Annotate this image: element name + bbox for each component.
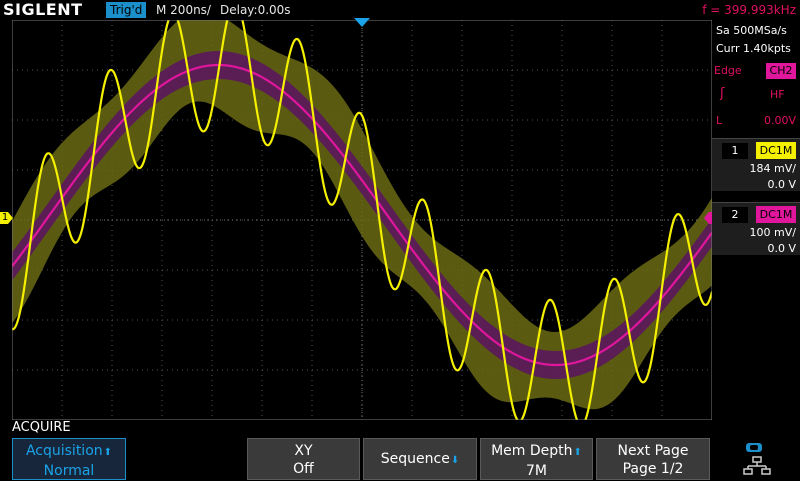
- waveform-display[interactable]: [12, 20, 712, 420]
- submenu-down-arrow-icon: ⬇: [450, 455, 460, 466]
- trigger-source-badge: CH2: [766, 63, 796, 79]
- brand-logo: SIGLENT: [3, 0, 83, 19]
- channel-2-panel[interactable]: 2 DC1M 100 mV/ 0.0 V: [712, 202, 800, 255]
- network-status[interactable]: [713, 438, 800, 480]
- channel-2-number: 2: [722, 207, 748, 223]
- channel-1-scale: 184 mV/: [749, 162, 796, 175]
- channel-2-scale: 100 mV/: [749, 226, 796, 239]
- trigger-position-marker-icon[interactable]: [354, 18, 370, 28]
- right-info-panel: Sa 500MSa/s Curr 1.40kpts Edge CH2 ʃ HF …: [712, 20, 800, 270]
- menu-title: ACQUIRE: [12, 420, 71, 435]
- xy-mode-button[interactable]: XY Off: [247, 438, 360, 480]
- network-icon: [742, 443, 771, 475]
- memory-depth-button[interactable]: Mem Depth⬆ 7M: [480, 438, 593, 480]
- page-indicator: Page 1/2: [622, 461, 684, 477]
- memory-points: Curr 1.40kpts: [716, 42, 791, 55]
- trigger-level-value: 0.00V: [763, 114, 796, 127]
- acquisition-value: Normal: [43, 463, 95, 479]
- frequency-readout: f = 399.993kHz: [702, 3, 796, 17]
- trigger-status-badge[interactable]: Trig'd: [106, 2, 147, 18]
- trigger-level-label: L: [716, 114, 723, 127]
- sequence-label: Sequence: [380, 451, 450, 467]
- channel-1-panel[interactable]: 1 DC1M 184 mV/ 0.0 V: [712, 138, 800, 191]
- channel-1-number: 1: [722, 143, 748, 159]
- channel-2-offset: 0.0 V: [767, 242, 796, 255]
- next-page-button[interactable]: Next Page Page 1/2: [596, 438, 710, 480]
- timebase-readout[interactable]: M 200ns/: [156, 0, 211, 20]
- channel-2-coupling: DC1M: [756, 206, 796, 223]
- mem-depth-value: 7M: [526, 463, 547, 479]
- next-page-label: Next Page: [617, 443, 689, 459]
- trigger-type: Edge: [714, 64, 742, 77]
- acquisition-label: Acquisition: [25, 443, 103, 459]
- sample-rate: Sa 500MSa/s: [716, 24, 787, 37]
- xy-label: XY: [294, 443, 313, 459]
- trigger-coupling: HF: [770, 88, 785, 101]
- acquisition-mode-button[interactable]: Acquisition⬆ Normal: [12, 438, 126, 480]
- cycle-up-arrow-icon: ⬆: [573, 447, 582, 458]
- mem-depth-label: Mem Depth: [491, 443, 573, 459]
- sequence-button[interactable]: Sequence⬇: [363, 438, 477, 480]
- rising-edge-icon: ʃ: [720, 86, 725, 101]
- channel-1-coupling: DC1M: [756, 142, 796, 159]
- delay-readout[interactable]: Delay:0.00s: [220, 0, 291, 20]
- xy-value: Off: [293, 461, 314, 477]
- cycle-up-arrow-icon: ⬆: [103, 447, 113, 458]
- ch1-ground-marker-label: 1: [1, 212, 9, 223]
- channel-1-offset: 0.0 V: [767, 178, 796, 191]
